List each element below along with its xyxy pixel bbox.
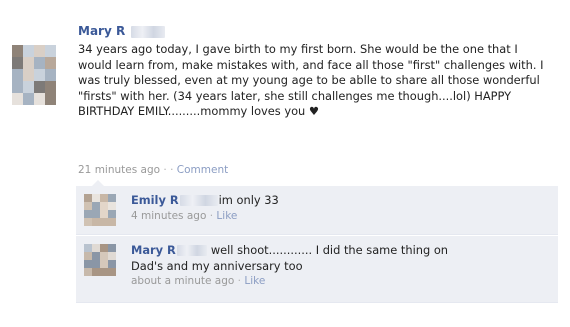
redacted-surname (131, 25, 166, 38)
comment-author-name[interactable]: Mary R (131, 243, 176, 257)
comment-body: Emily R im only 33 4 minutes ago · Like (131, 193, 279, 224)
like-link[interactable]: Like (244, 275, 265, 287)
redacted-surname (179, 195, 218, 206)
post-meta: 21 minutes ago · · Comment (78, 164, 228, 176)
comment-text: im only 33 (218, 193, 279, 207)
blurred-profile-photo-icon (84, 244, 116, 276)
post-message: 34 years ago today, I gave birth to my f… (78, 42, 558, 120)
post-author-name[interactable]: Mary R (78, 24, 125, 38)
post-avatar[interactable] (12, 45, 56, 105)
meta-separator: · (170, 164, 174, 176)
comment-timestamp[interactable]: 4 minutes ago (131, 210, 206, 222)
post-line: was truly blessed, even at my young age … (78, 73, 540, 87)
like-link[interactable]: Like (216, 210, 237, 222)
post-line: "firsts" with her. (34 years later, she … (78, 88, 512, 103)
comment-text-line: Dad's and my anniversary too (131, 258, 303, 273)
comment-item: Mary R well shoot............ I did the s… (76, 236, 558, 303)
comment-item: Emily R im only 33 4 minutes ago · Like (76, 186, 558, 235)
post-line: would learn from, make mistakes with, an… (78, 57, 544, 72)
redacted-surname (176, 245, 207, 256)
comment-body: Mary R well shoot............ I did the s… (131, 243, 448, 290)
post-author[interactable]: Mary R (78, 24, 166, 38)
comment-text: well shoot............ I did the same th… (210, 243, 449, 257)
comment-link[interactable]: Comment (177, 164, 228, 176)
post-line: BIRTHDAY EMILY.........mommy loves you ♥ (78, 104, 320, 118)
meta-separator: · (163, 164, 167, 176)
comment-author-name[interactable]: Emily R (131, 193, 179, 207)
comment-avatar[interactable] (84, 194, 116, 226)
comment-avatar[interactable] (84, 244, 116, 276)
meta-separator: · (209, 209, 214, 222)
blurred-profile-photo-icon (12, 45, 56, 105)
post-line: 34 years ago today, I gave birth to my f… (78, 42, 518, 56)
meta-separator: · (237, 275, 241, 287)
blurred-profile-photo-icon (84, 194, 116, 226)
post-timestamp[interactable]: 21 minutes ago (78, 164, 160, 176)
comment-timestamp[interactable]: about a minute ago (131, 275, 234, 287)
